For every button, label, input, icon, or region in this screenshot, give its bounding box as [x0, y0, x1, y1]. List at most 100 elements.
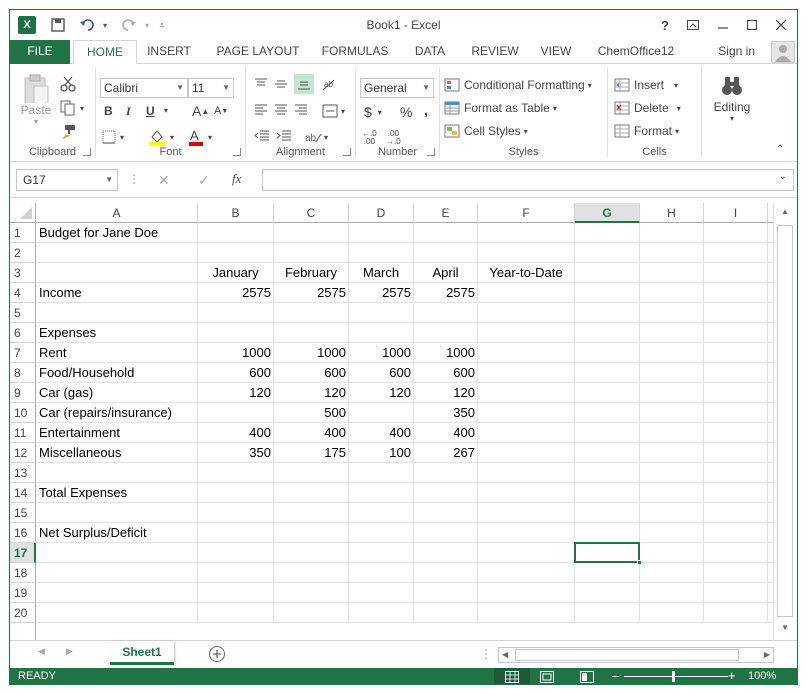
cell-b12[interactable]: 350 — [198, 443, 274, 463]
tab-home[interactable]: HOME — [73, 40, 137, 65]
page-break-view-icon[interactable] — [580, 671, 594, 684]
top-align-icon[interactable] — [254, 78, 268, 90]
row-header-18[interactable]: 18 — [10, 563, 36, 583]
cell-i12[interactable] — [704, 443, 768, 463]
cell-d9[interactable]: 120 — [349, 383, 414, 403]
cell-h17[interactable] — [640, 543, 704, 563]
cell-h12[interactable] — [640, 443, 704, 463]
font-dialog-launcher[interactable] — [233, 148, 241, 156]
cell-g10[interactable] — [575, 403, 640, 423]
cell-a2[interactable] — [36, 243, 198, 263]
cell-h2[interactable] — [640, 243, 704, 263]
font-size-combo[interactable]: 11 ▼ — [188, 78, 234, 98]
scroll-left-icon[interactable]: ◀ — [502, 650, 508, 659]
cell-d4[interactable]: 2575 — [349, 283, 414, 303]
cell-f20[interactable] — [478, 603, 575, 623]
align-left-icon[interactable] — [254, 104, 268, 116]
cell-h10[interactable] — [640, 403, 704, 423]
cell-g4[interactable] — [575, 283, 640, 303]
vertical-scrollbar[interactable]: ▲ ▼ — [773, 203, 797, 640]
cell-a10[interactable]: Car (repairs/insurance) — [36, 403, 198, 423]
cell-g16[interactable] — [575, 523, 640, 543]
row-header-7[interactable]: 7 — [10, 343, 36, 363]
row-header-9[interactable]: 9 — [10, 383, 36, 403]
name-box[interactable]: G17 ▼ — [16, 169, 118, 191]
row-header-3[interactable]: 3 — [10, 263, 36, 283]
row-header-1[interactable]: 1 — [10, 223, 36, 243]
normal-view-icon[interactable] — [494, 668, 530, 684]
cell-e8[interactable]: 600 — [414, 363, 478, 383]
cell-g6[interactable] — [575, 323, 640, 343]
cell-d3[interactable]: March — [349, 263, 414, 283]
tab-review[interactable]: REVIEW — [465, 40, 525, 64]
next-sheet-icon[interactable]: ▶ — [66, 646, 73, 657]
cell-g8[interactable] — [575, 363, 640, 383]
cell-f2[interactable] — [478, 243, 575, 263]
cell-b7[interactable]: 1000 — [198, 343, 274, 363]
cell-i17[interactable] — [704, 543, 768, 563]
copy-icon[interactable]: ▾ — [60, 100, 84, 116]
cell-h3[interactable] — [640, 263, 704, 283]
cut-icon[interactable] — [60, 76, 76, 92]
cell-b3[interactable]: January — [198, 263, 274, 283]
row-header-17[interactable]: 17 — [10, 543, 36, 563]
cell-d18[interactable] — [349, 563, 414, 583]
cell-a4[interactable]: Income — [36, 283, 198, 303]
cell-i9[interactable] — [704, 383, 768, 403]
cell-e14[interactable] — [414, 483, 478, 503]
decrease-font-size-icon[interactable]: A ▼ — [214, 105, 228, 117]
cell-h7[interactable] — [640, 343, 704, 363]
cell-i10[interactable] — [704, 403, 768, 423]
cell-d16[interactable] — [349, 523, 414, 543]
scroll-right-icon[interactable]: ▶ — [764, 650, 770, 659]
cell-f14[interactable] — [478, 483, 575, 503]
cell-c8[interactable]: 600 — [274, 363, 349, 383]
cell-f12[interactable] — [478, 443, 575, 463]
row-header-12[interactable]: 12 — [10, 443, 36, 463]
row-header-8[interactable]: 8 — [10, 363, 36, 383]
orientation-icon[interactable]: ab — [322, 78, 338, 92]
fill-color-dropdown-icon[interactable]: ▾ — [170, 133, 174, 142]
cell-c14[interactable] — [274, 483, 349, 503]
cell-a18[interactable] — [36, 563, 198, 583]
cell-a15[interactable] — [36, 503, 198, 523]
cell-e16[interactable] — [414, 523, 478, 543]
cell-d1[interactable] — [349, 223, 414, 243]
cell-f10[interactable] — [478, 403, 575, 423]
cell-a12[interactable]: Miscellaneous — [36, 443, 198, 463]
worksheet-grid[interactable]: A B C D E F G H I 1 Budget for Jane Doe 2 3 January Fe… — [10, 203, 773, 640]
scroll-up-icon[interactable]: ▲ — [781, 207, 789, 216]
cell-h13[interactable] — [640, 463, 704, 483]
cell-e20[interactable] — [414, 603, 478, 623]
cell-e12[interactable]: 267 — [414, 443, 478, 463]
maximize-icon[interactable] — [740, 14, 764, 36]
tab-file[interactable]: FILE — [10, 40, 70, 64]
column-header-g[interactable]: G — [575, 203, 640, 223]
cell-a8[interactable]: Food/Household — [36, 363, 198, 383]
cell-a7[interactable]: Rent — [36, 343, 198, 363]
font-name-combo[interactable]: Calibri ▼ — [100, 78, 188, 98]
cell-c11[interactable]: 400 — [274, 423, 349, 443]
insert-function-icon[interactable]: fx — [232, 171, 241, 187]
cell-b14[interactable] — [198, 483, 274, 503]
merge-dropdown-icon[interactable]: ▾ — [341, 107, 345, 116]
cell-i6[interactable] — [704, 323, 768, 343]
cell-b18[interactable] — [198, 563, 274, 583]
page-layout-view-icon[interactable] — [540, 671, 554, 684]
tab-view[interactable]: VIEW — [535, 40, 577, 64]
cell-f13[interactable] — [478, 463, 575, 483]
column-header-a[interactable]: A — [36, 203, 198, 223]
row-header-6[interactable]: 6 — [10, 323, 36, 343]
scroll-down-icon[interactable]: ▼ — [781, 623, 789, 632]
zoom-slider[interactable] — [624, 676, 728, 677]
row-header-10[interactable]: 10 — [10, 403, 36, 423]
cell-d7[interactable]: 1000 — [349, 343, 414, 363]
cell-i2[interactable] — [704, 243, 768, 263]
cell-f3[interactable]: Year-to-Date — [478, 263, 575, 283]
expand-formula-bar-icon[interactable]: ⌄ — [779, 171, 787, 182]
cell-d13[interactable] — [349, 463, 414, 483]
cell-e2[interactable] — [414, 243, 478, 263]
cell-f6[interactable] — [478, 323, 575, 343]
cell-d11[interactable]: 400 — [349, 423, 414, 443]
formula-input[interactable]: ⌄ — [262, 169, 794, 191]
